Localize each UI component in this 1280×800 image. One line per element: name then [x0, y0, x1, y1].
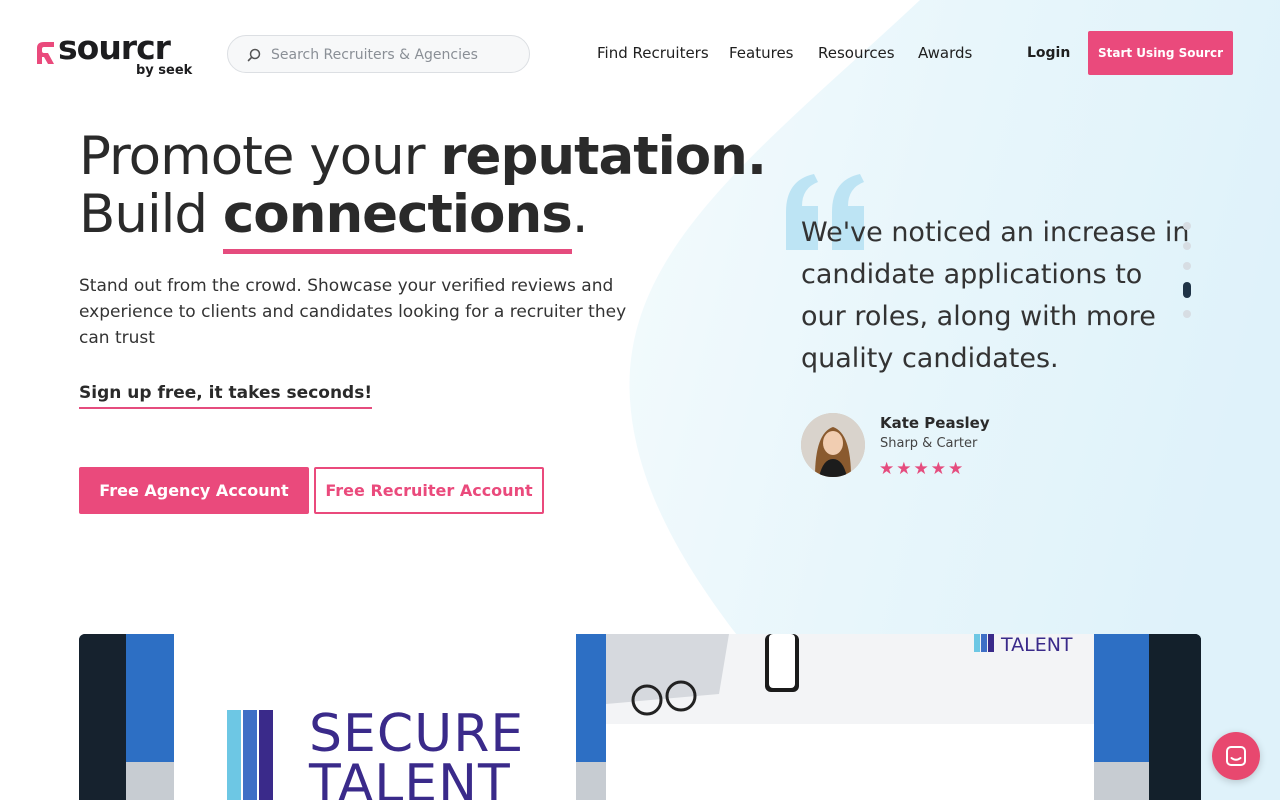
testimonial-author-company: Sharp & Carter: [880, 436, 978, 451]
nav-resources[interactable]: Resources: [818, 44, 895, 62]
headline-emphasis-connections: connections: [222, 184, 573, 254]
slide-dot-1[interactable]: [1183, 222, 1191, 230]
video-frame: [79, 634, 1201, 800]
sourcr-logo[interactable]: sourcr by seek: [34, 28, 194, 82]
logo-wordmark: sourcr: [58, 28, 171, 67]
site-header: sourcr by seek Find Recruiters Features …: [0, 0, 1280, 100]
testimonial-pagination: [1183, 222, 1191, 330]
nav-find-recruiters[interactable]: Find Recruiters: [597, 44, 709, 62]
chat-launcher-button[interactable]: [1212, 732, 1260, 780]
signup-free-link[interactable]: Sign up free, it takes seconds!: [79, 383, 373, 409]
search-icon: [247, 48, 261, 62]
slide-dot-2[interactable]: [1183, 242, 1191, 250]
star-rating: ★★★★★: [879, 459, 966, 479]
slide-dot-5[interactable]: [1183, 310, 1191, 318]
headline-emphasis-reputation: reputation.: [440, 126, 767, 187]
slide-dot-3[interactable]: [1183, 262, 1191, 270]
free-recruiter-account-button[interactable]: Free Recruiter Account: [314, 467, 544, 514]
logo-subtitle: by seek: [136, 63, 193, 78]
video-preview[interactable]: SECURE TALENT TALENT: [79, 634, 1201, 800]
nav-features[interactable]: Features: [729, 44, 794, 62]
hero-description: Stand out from the crowd. Showcase your …: [79, 276, 627, 348]
nav-awards[interactable]: Awards: [918, 44, 972, 62]
chat-icon: [1226, 746, 1246, 766]
slide-dot-4-active[interactable]: [1183, 282, 1191, 298]
logo-mark-icon: [37, 42, 54, 64]
start-using-sourcr-button[interactable]: Start Using Sourcr: [1088, 31, 1233, 75]
headline-period: .: [571, 184, 589, 245]
avatar-photo: [801, 413, 865, 477]
video-logo-line2: TALENT: [309, 754, 511, 800]
headline-part: Build: [79, 184, 223, 245]
testimonial-avatar: [801, 413, 865, 477]
search-box[interactable]: [227, 35, 530, 73]
testimonial-quote: We've noticed an increase in candidate a…: [801, 217, 1190, 374]
login-link[interactable]: Login: [1027, 45, 1070, 61]
headline-part: Promote your: [79, 126, 441, 187]
testimonial-author-name[interactable]: Kate Peasley: [880, 414, 990, 432]
free-agency-account-button[interactable]: Free Agency Account: [79, 467, 309, 514]
video-small-logo: TALENT: [1001, 634, 1073, 656]
search-input[interactable]: [271, 45, 511, 65]
hero-headline: Promote your reputation. Build connectio…: [79, 126, 767, 254]
